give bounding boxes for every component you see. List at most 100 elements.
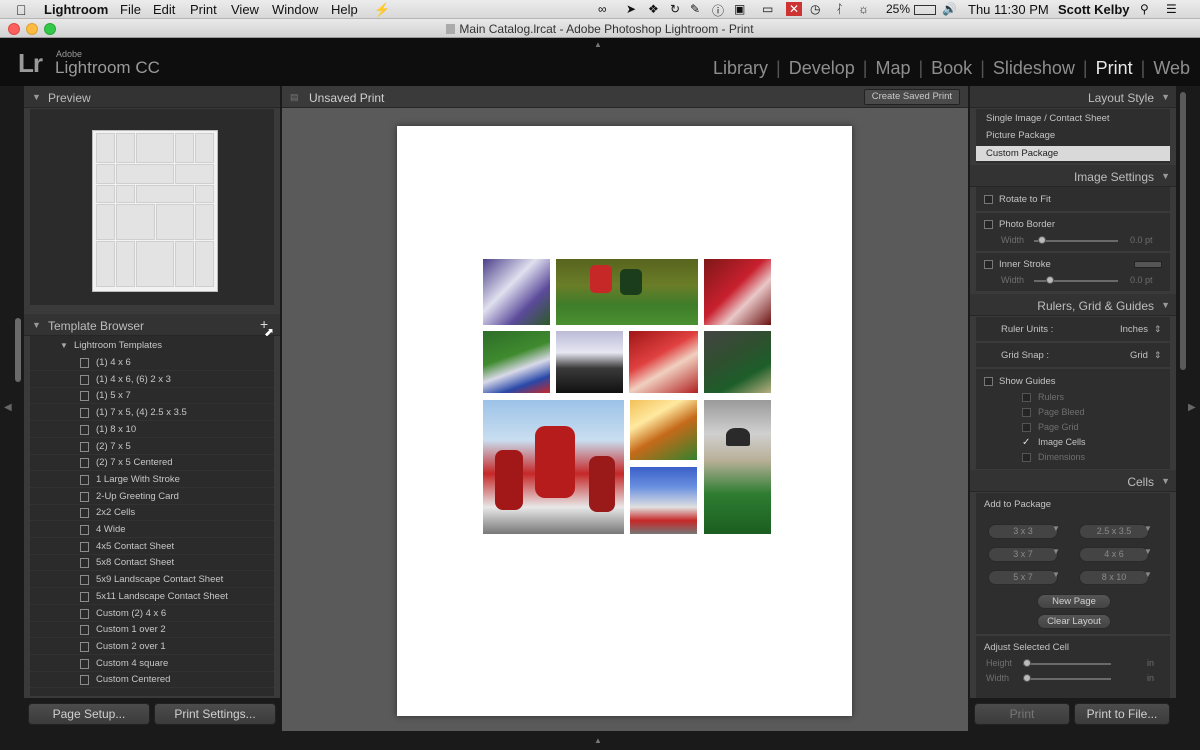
- inner-stroke-color-swatch[interactable]: [1134, 261, 1162, 268]
- battery-icon[interactable]: [914, 5, 936, 15]
- print-to-file-button[interactable]: Print to File...: [1074, 703, 1170, 725]
- photo-cell[interactable]: [483, 331, 550, 393]
- grid-snap-stepper-icon[interactable]: ⇕: [1154, 350, 1162, 361]
- inner-stroke-checkbox[interactable]: [984, 260, 993, 269]
- grid-snap-value[interactable]: Grid: [1130, 350, 1148, 361]
- print-button[interactable]: Print: [974, 703, 1070, 725]
- cell-height-slider[interactable]: [1023, 663, 1111, 665]
- template-item[interactable]: 2-Up Greeting Card: [30, 489, 274, 505]
- cell-size-button[interactable]: 5 x 7: [988, 570, 1058, 585]
- lightning-icon[interactable]: ⚡: [374, 2, 390, 18]
- collapse-bottom-icon[interactable]: ▲: [594, 736, 602, 745]
- wifi-icon[interactable]: ☼: [858, 2, 869, 16]
- template-item[interactable]: 5x8 Contact Sheet: [30, 555, 274, 572]
- photo-cell[interactable]: [630, 400, 697, 460]
- cell-width-slider-knob[interactable]: [1023, 674, 1031, 682]
- template-item[interactable]: (1) 5 x 7: [30, 388, 274, 405]
- template-folder[interactable]: ▼ Lightroom Templates: [30, 338, 274, 354]
- template-item[interactable]: (2) 7 x 5: [30, 439, 274, 455]
- template-item[interactable]: (1) 7 x 5, (4) 2.5 x 3.5: [30, 405, 274, 422]
- cell-size-button[interactable]: 8 x 10: [1079, 570, 1149, 585]
- menu-print[interactable]: Print: [190, 2, 217, 17]
- template-item[interactable]: 1 Large With Stroke: [30, 472, 274, 488]
- camera-icon[interactable]: ▣: [734, 2, 745, 16]
- guide-checkbox[interactable]: [1022, 393, 1031, 402]
- template-item[interactable]: Custom Centered: [30, 672, 274, 689]
- template-item[interactable]: (1) 8 x 10: [30, 422, 274, 438]
- collapse-top-icon[interactable]: ▲: [594, 40, 602, 49]
- page-setup-button[interactable]: Page Setup...: [28, 703, 150, 725]
- template-item[interactable]: (1) 4 x 6: [30, 355, 274, 371]
- layout-picture-package[interactable]: Picture Package: [986, 130, 1055, 141]
- photo-cell[interactable]: [483, 400, 624, 534]
- chevron-down-icon[interactable]: ▼: [1052, 570, 1060, 579]
- photo-border-checkbox[interactable]: [984, 220, 993, 229]
- photo-cell[interactable]: [704, 400, 771, 534]
- location-icon[interactable]: ➤: [626, 2, 636, 16]
- time-machine-icon[interactable]: ◷: [810, 2, 820, 16]
- cell-size-button[interactable]: 2.5 x 3.5: [1079, 524, 1149, 539]
- guide-checkbox[interactable]: [1022, 423, 1031, 432]
- evernote-icon[interactable]: ✎: [690, 2, 700, 16]
- template-item[interactable]: Custom (2) 4 x 6: [30, 606, 274, 622]
- module-develop[interactable]: Develop: [789, 58, 855, 79]
- guide-checkbox[interactable]: ✓: [1022, 438, 1031, 448]
- preview-panel-header[interactable]: ▼ Preview: [24, 86, 280, 108]
- search-icon[interactable]: ⚲: [1140, 2, 1149, 16]
- photo-cell[interactable]: [556, 259, 698, 325]
- template-item[interactable]: Custom 1 over 2: [30, 622, 274, 639]
- chevron-down-icon[interactable]: ▼: [1052, 547, 1060, 556]
- guide-checkbox[interactable]: [1022, 408, 1031, 417]
- menu-view[interactable]: View: [231, 2, 259, 17]
- module-slideshow[interactable]: Slideshow: [993, 58, 1075, 79]
- template-item[interactable]: 4 Wide: [30, 522, 274, 538]
- apple-icon[interactable]: : [16, 2, 27, 18]
- print-settings-button[interactable]: Print Settings...: [154, 703, 276, 725]
- right-scrollbar[interactable]: [1180, 92, 1186, 370]
- module-print[interactable]: Print: [1096, 58, 1133, 79]
- photo-border-slider-knob[interactable]: [1038, 236, 1046, 244]
- cell-size-button[interactable]: 3 x 3: [988, 524, 1058, 539]
- template-item[interactable]: 5x9 Landscape Contact Sheet: [30, 572, 274, 589]
- rulers-grid-guides-header[interactable]: Rulers, Grid & Guides ▼: [970, 294, 1176, 316]
- layout-style-header[interactable]: Layout Style ▼: [970, 86, 1176, 108]
- menu-edit[interactable]: Edit: [153, 2, 175, 17]
- layout-single-image[interactable]: Single Image / Contact Sheet: [986, 113, 1110, 124]
- module-library[interactable]: Library: [713, 58, 768, 79]
- photo-cell[interactable]: [556, 331, 623, 393]
- bluetooth-icon[interactable]: ᛮ: [836, 2, 843, 16]
- show-guides-checkbox[interactable]: [984, 377, 993, 386]
- menu-file[interactable]: File: [120, 2, 141, 17]
- sync-icon[interactable]: ↻: [670, 2, 680, 16]
- ruler-units-stepper-icon[interactable]: ⇕: [1154, 324, 1162, 335]
- photo-cell[interactable]: [483, 259, 550, 325]
- cell-height-slider-knob[interactable]: [1023, 659, 1031, 667]
- menu-help[interactable]: Help: [331, 2, 358, 17]
- menu-window[interactable]: Window: [272, 2, 318, 17]
- menu-app-name[interactable]: Lightroom: [44, 2, 108, 17]
- create-saved-print-button[interactable]: Create Saved Print: [863, 89, 960, 105]
- template-item[interactable]: Custom 2 over 1: [30, 639, 274, 655]
- chevron-down-icon[interactable]: ▼: [1144, 570, 1152, 579]
- chevron-down-icon[interactable]: ▼: [1144, 547, 1152, 556]
- menubar-user[interactable]: Scott Kelby: [1058, 2, 1130, 17]
- info-icon[interactable]: ⓘ: [712, 2, 724, 19]
- photo-border-slider[interactable]: [1034, 240, 1118, 242]
- guide-checkbox[interactable]: [1022, 453, 1031, 462]
- chevron-down-icon[interactable]: ▼: [1144, 524, 1152, 533]
- collapse-left-icon[interactable]: ◀: [4, 402, 12, 413]
- template-item[interactable]: (2) 7 x 5 Centered: [30, 455, 274, 472]
- template-item[interactable]: 5x11 Landscape Contact Sheet: [30, 589, 274, 605]
- template-browser-header[interactable]: ▼ Template Browser + ⬈: [24, 314, 280, 339]
- rotate-to-fit-checkbox[interactable]: [984, 195, 993, 204]
- template-item[interactable]: Custom 4 square: [30, 656, 274, 672]
- cell-size-button[interactable]: 3 x 7: [988, 547, 1058, 562]
- photo-cell[interactable]: [629, 331, 698, 393]
- clear-layout-button[interactable]: Clear Layout: [1037, 614, 1111, 629]
- cells-header[interactable]: Cells ▼: [970, 470, 1176, 492]
- photo-cell[interactable]: [630, 467, 697, 534]
- mute-icon[interactable]: ✕: [786, 2, 802, 16]
- inner-stroke-slider-knob[interactable]: [1046, 276, 1054, 284]
- module-map[interactable]: Map: [875, 58, 910, 79]
- chevron-down-icon[interactable]: ▼: [1052, 524, 1060, 533]
